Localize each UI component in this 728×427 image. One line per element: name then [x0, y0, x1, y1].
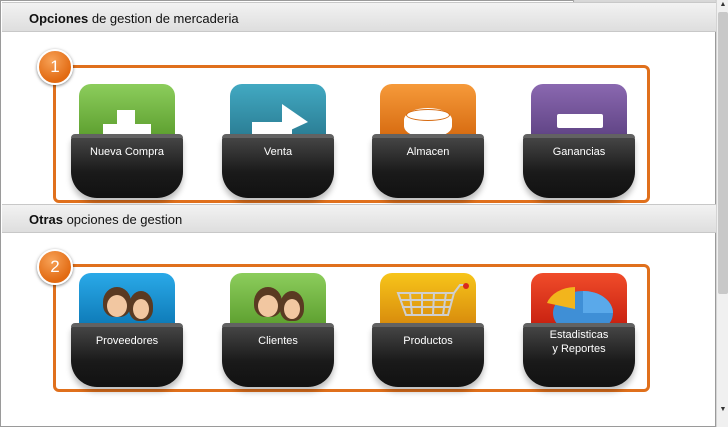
tile-proveedores[interactable]: Proveedores — [71, 273, 183, 387]
tile-label-line2: y Reportes — [552, 343, 606, 355]
tile-label: Venta — [263, 146, 293, 158]
pie-chart-icon — [531, 273, 627, 327]
tile-label: Almacen — [406, 146, 450, 158]
tile-label: Nueva Compra — [90, 146, 164, 158]
section-title-bold: Otras — [29, 212, 63, 227]
tile-ganancias[interactable]: Ganancias — [523, 84, 635, 198]
tile-label: Productos — [403, 335, 453, 347]
main-panel: Opciones de gestion de mercaderia 1 Nuev… — [0, 0, 717, 427]
tile-label: Clientes — [258, 335, 298, 347]
section-header-otras: Otras opciones de gestion — [2, 204, 716, 233]
tile-label: Ganancias — [552, 146, 606, 158]
tile-nueva-compra[interactable]: Nueva Compra — [71, 84, 183, 198]
step-badge-1: 1 — [37, 49, 73, 85]
section-title-rest: de gestion de mercaderia — [88, 11, 239, 26]
section-title-rest: opciones de gestion — [62, 212, 183, 227]
step-badge-2: 2 — [37, 249, 73, 285]
tile-label: Estadisticas — [549, 329, 609, 341]
arrow-right-icon — [230, 84, 326, 138]
section-title-bold: Opciones — [29, 11, 89, 26]
people-icon — [230, 273, 326, 327]
cart-add-icon — [79, 84, 175, 138]
tile-estadisticas[interactable]: Estadisticas y Reportes — [523, 273, 635, 387]
tile-clientes[interactable]: Clientes — [222, 273, 334, 387]
money-icon — [531, 84, 627, 138]
tile-almacen[interactable]: Almacen — [372, 84, 484, 198]
tile-venta[interactable]: Venta — [222, 84, 334, 198]
section-header-mercaderia: Opciones de gestion de mercaderia — [2, 2, 716, 32]
people-icon — [79, 273, 175, 327]
shopping-cart-icon — [380, 273, 476, 327]
scrollbar-thumb[interactable] — [718, 12, 728, 294]
scroll-down-icon[interactable]: ▼ — [718, 405, 728, 415]
storage-cylinder-icon — [380, 84, 476, 138]
scroll-up-icon[interactable]: ▲ — [718, 0, 728, 10]
tile-productos[interactable]: Productos — [372, 273, 484, 387]
tile-label: Proveedores — [95, 335, 159, 347]
vertical-scrollbar[interactable]: ▲ ▼ — [716, 0, 728, 427]
